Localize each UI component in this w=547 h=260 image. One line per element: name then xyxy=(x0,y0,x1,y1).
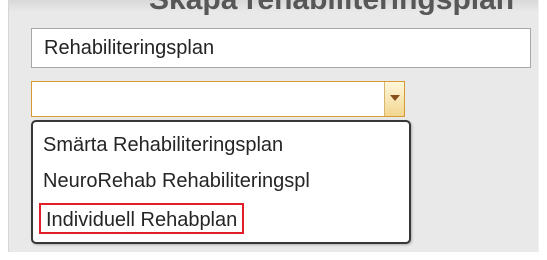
chevron-down-icon xyxy=(390,95,400,101)
form-panel: Skapa rehabiliteringsplan Smärta Rehabil… xyxy=(8,0,539,252)
rehab-plan-form-screenshot: Skapa rehabiliteringsplan Smärta Rehabil… xyxy=(0,0,547,260)
plan-type-select[interactable] xyxy=(31,81,405,117)
plan-type-dropdown-list[interactable]: Smärta Rehabiliteringsplan NeuroRehab Re… xyxy=(31,120,411,244)
dropdown-option-smarta-rehabiliteringsplan[interactable]: Smärta Rehabiliteringsplan xyxy=(43,129,283,161)
page-title: Skapa rehabiliteringsplan xyxy=(149,0,514,15)
plan-name-input[interactable] xyxy=(31,28,531,68)
dropdown-option-neurorehab-rehabiliteringsplan[interactable]: NeuroRehab Rehabiliteringspl xyxy=(43,165,310,197)
plan-type-dropdown-button[interactable] xyxy=(384,82,404,116)
dropdown-option-individuell-rehabplan[interactable]: Individuell Rehabplan xyxy=(39,203,245,234)
